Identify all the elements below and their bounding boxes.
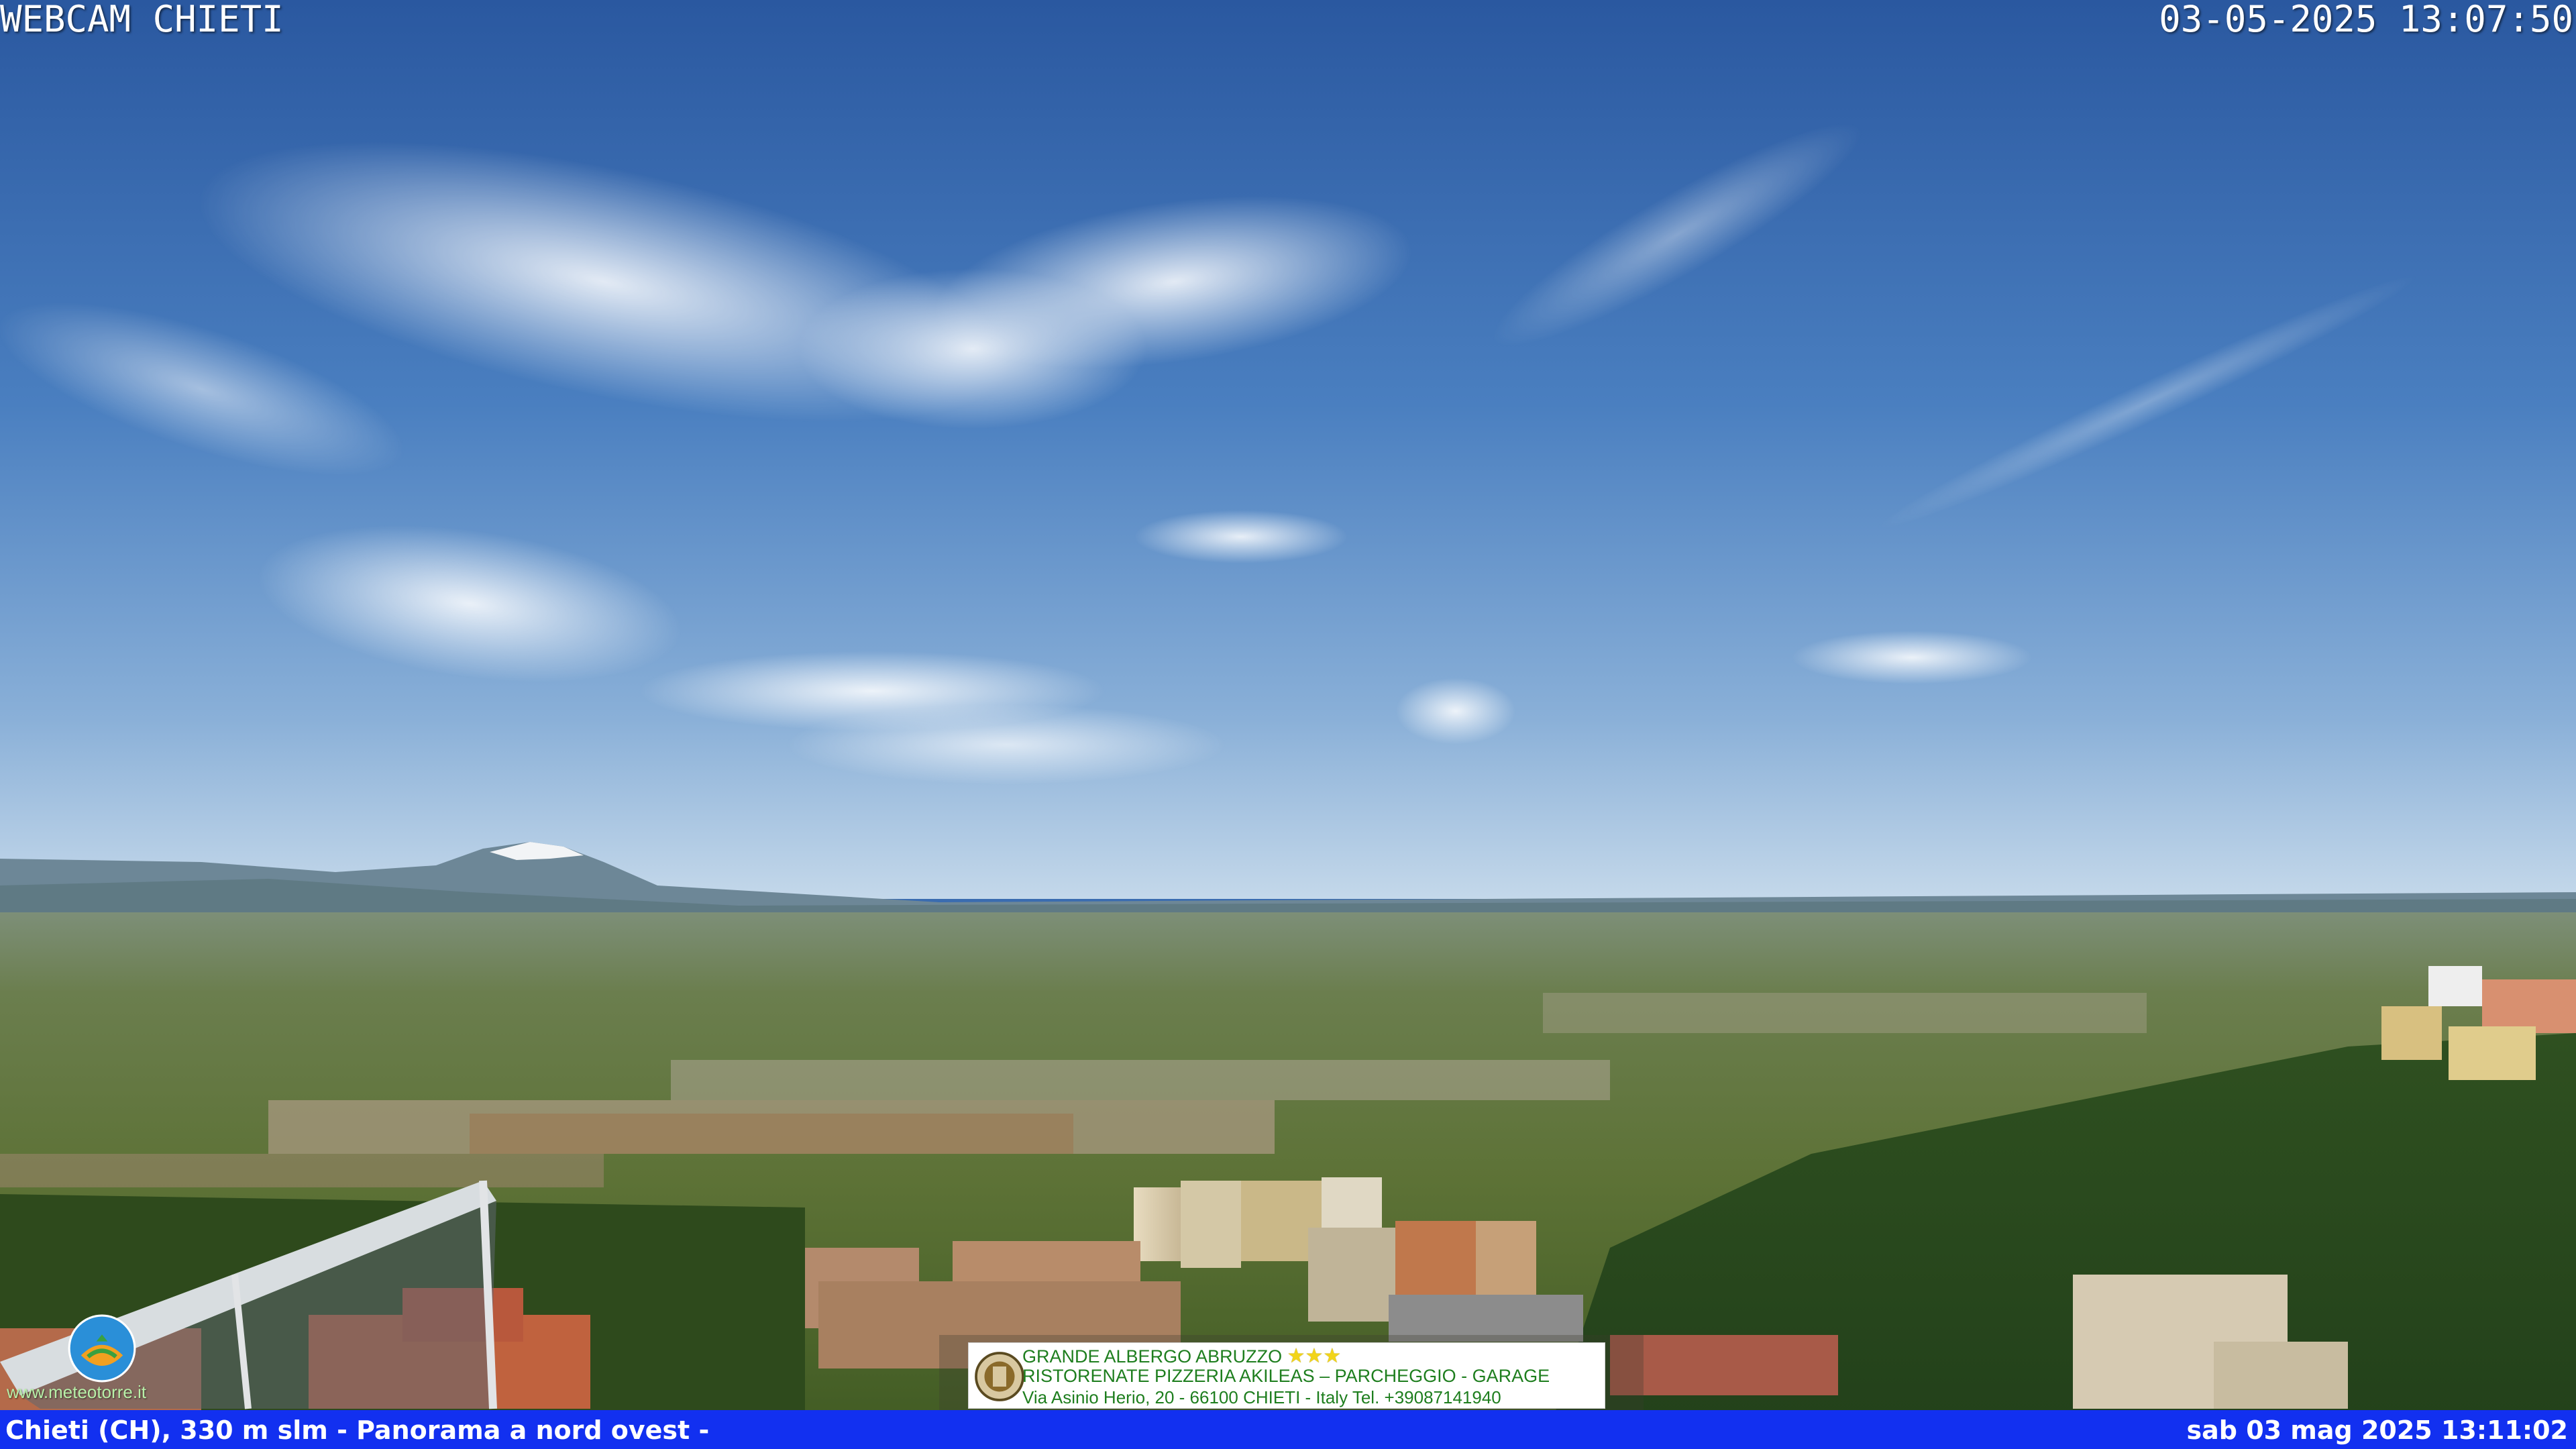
footer-location: Chieti (CH), 330 m slm - Panorama a nord…	[5, 1415, 710, 1445]
footer-bar: Chieti (CH), 330 m slm - Panorama a nord…	[0, 1410, 2576, 1449]
webcam-photo	[0, 0, 2576, 1449]
footer-datetime: sab 03 mag 2025 13:11:02	[2186, 1415, 2569, 1445]
advert-line-1: GRANDE ALBERGO ABRUZZO ★★★	[1022, 1345, 1342, 1367]
meteo-url: www.meteotorre.it	[7, 1382, 147, 1402]
rating-stars: ★★★	[1287, 1345, 1342, 1367]
webcam-title: WEBCAM CHIETI	[0, 0, 284, 40]
hotel-crest-icon	[975, 1352, 1024, 1401]
advert-line-3: Via Asinio Herio, 20 - 66100 CHIETI - It…	[1022, 1387, 1501, 1407]
webcam-timestamp: 03-05-2025 13:07:50	[2159, 0, 2573, 40]
advert-line-2: RISTORENATE PIZZERIA AKILEAS – PARCHEGGI…	[1022, 1366, 1550, 1386]
meteo-logo-icon	[68, 1314, 136, 1383]
advert-box: GRANDE ALBERGO ABRUZZO ★★★ RISTORENATE P…	[968, 1342, 1605, 1409]
